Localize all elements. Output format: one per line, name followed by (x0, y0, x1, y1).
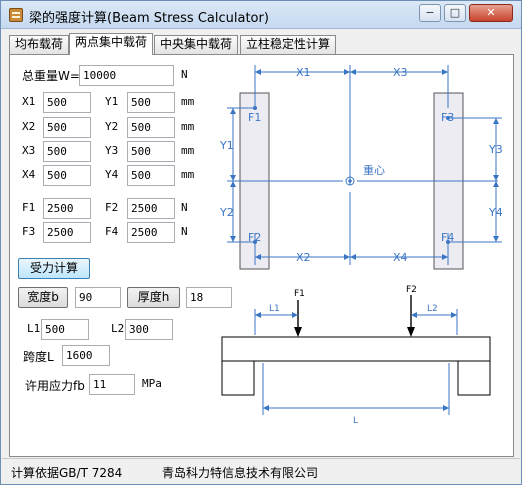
y4-field[interactable]: 500 (127, 165, 175, 186)
x1-label: X1 (22, 95, 36, 108)
tab-uniform-load[interactable]: 均布载荷 (9, 35, 70, 54)
beam-f2-text: F2 (406, 285, 417, 295)
tab-column-stability[interactable]: 立柱稳定性计算 (240, 35, 337, 54)
x2-text: X2 (296, 251, 311, 264)
f4-label: F4 (105, 225, 119, 238)
x3-field[interactable]: 500 (43, 141, 91, 162)
y3-field[interactable]: 500 (127, 141, 175, 162)
y1-label: Y1 (105, 95, 119, 108)
window-title: 梁的强度计算(Beam Stress Calculator) (29, 11, 269, 26)
x4-text: X4 (393, 251, 408, 264)
beam-body (221, 336, 491, 362)
x3-text: X3 (393, 66, 408, 79)
x4-field[interactable]: 500 (43, 165, 91, 186)
center-of-gravity-text: 重心 (363, 163, 385, 177)
x2-label: X2 (22, 120, 36, 133)
y1-text: Y1 (219, 139, 234, 152)
allowable-stress-label: 许用应力fb (25, 379, 85, 393)
total-weight-field[interactable]: 10000 (79, 65, 174, 86)
status-bar: 计算依据GB/T 7284 青岛科力特信息技术有限公司 (2, 458, 520, 484)
app-window: 梁的强度计算(Beam Stress Calculator) − □ ✕ 均布载… (0, 0, 522, 485)
l1-label: L1 (27, 322, 41, 335)
y2-label: Y2 (105, 120, 119, 133)
f2-point-text: F2 (248, 231, 261, 244)
minimize-button[interactable]: − (419, 4, 441, 22)
title-bar: 梁的强度计算(Beam Stress Calculator) − □ ✕ (1, 1, 521, 29)
x3-label: X3 (22, 144, 36, 157)
x4-label: X4 (22, 168, 36, 181)
total-weight-unit: N (181, 68, 188, 81)
width-button[interactable]: 宽度b (18, 287, 68, 308)
span-label: 跨度L (23, 350, 54, 364)
x1-field[interactable]: 500 (43, 92, 91, 113)
standard-reference: 计算依据GB/T 7284 (11, 466, 123, 480)
tab-two-point-load[interactable]: 两点集中载荷 (69, 33, 154, 55)
f3-field[interactable]: 2500 (43, 222, 91, 243)
l2-label: L2 (111, 322, 125, 335)
maximize-button[interactable]: □ (444, 4, 466, 22)
width-field[interactable]: 90 (75, 287, 121, 308)
beam-diagram: F1 F2 L1 L2 L (221, 285, 491, 426)
f-row1-unit: N (181, 201, 188, 214)
x1-text: X1 (296, 66, 311, 79)
company-name: 青岛科力特信息技术有限公司 (162, 466, 319, 480)
f-row2-unit: N (181, 225, 188, 238)
allowable-stress-field[interactable]: 11 (89, 374, 135, 395)
f4-point-text: F4 (441, 231, 454, 244)
f2-field[interactable]: 2500 (127, 198, 175, 219)
y1-field[interactable]: 500 (127, 92, 175, 113)
left-support (221, 360, 255, 396)
y4-label: Y4 (105, 168, 119, 181)
f2-label: F2 (105, 201, 119, 214)
thickness-button[interactable]: 厚度h (127, 287, 180, 308)
beam-l2-text: L2 (427, 304, 438, 314)
f1-label: F1 (22, 201, 36, 214)
y2-field[interactable]: 500 (127, 117, 175, 138)
tab-panel: 总重量W= 10000 N X1 500 Y1 500 mm X2 500 Y2… (9, 54, 514, 457)
right-support (457, 360, 491, 396)
y3-text: Y3 (488, 143, 503, 156)
y3-unit: mm (181, 144, 195, 157)
calculate-force-button[interactable]: 受力计算 (18, 258, 90, 279)
f3-point-text: F3 (441, 111, 454, 124)
y3-label: Y3 (105, 144, 119, 157)
f1-field[interactable]: 2500 (43, 198, 91, 219)
y2-text: Y2 (219, 206, 234, 219)
y1-unit: mm (181, 95, 195, 108)
f3-label: F3 (22, 225, 36, 238)
beam-l1-text: L1 (269, 304, 280, 314)
tab-center-load[interactable]: 中央集中载荷 (154, 35, 239, 54)
y4-unit: mm (181, 168, 195, 181)
x2-field[interactable]: 500 (43, 117, 91, 138)
f4-field[interactable]: 2500 (127, 222, 175, 243)
beam-span-text: L (353, 416, 358, 426)
l2-field[interactable]: 300 (125, 319, 173, 340)
close-button[interactable]: ✕ (469, 4, 513, 22)
l1-field[interactable]: 500 (41, 319, 89, 340)
y4-text: Y4 (488, 206, 503, 219)
f1-point-text: F1 (248, 111, 261, 124)
allowable-stress-unit: MPa (142, 377, 162, 390)
beam-f1-text: F1 (294, 289, 305, 299)
load-layout-diagram: X1 X3 X2 X4 Y1 Y2 Y3 Y4 F1 F2 F3 F4 重心 (219, 65, 503, 270)
y2-unit: mm (181, 120, 195, 133)
app-icon (9, 8, 23, 22)
total-weight-label: 总重量W= (22, 69, 80, 83)
span-field[interactable]: 1600 (62, 345, 110, 366)
